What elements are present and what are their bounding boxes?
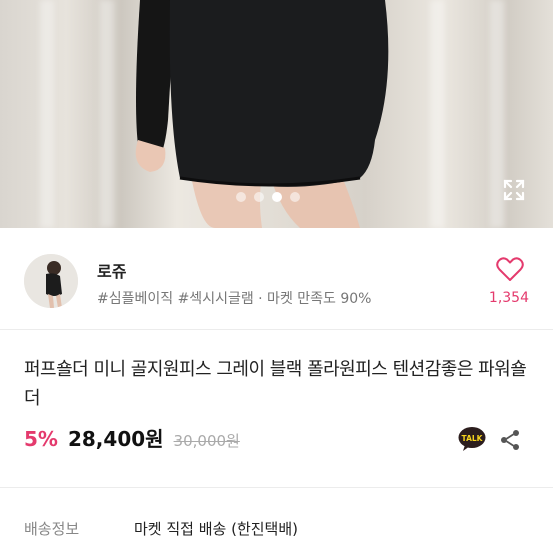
like-count: 1,354 (488, 290, 529, 306)
product-title: 퍼프숄더 미니 골지원피스 그레이 블랙 폴라원피스 텐션감좋은 파워숄더 (24, 359, 527, 409)
carousel-dot[interactable] (290, 192, 300, 202)
avatar[interactable] (24, 254, 78, 308)
shipping-value: 마켓 직접 배송 (한진택배) (134, 520, 299, 538)
carousel-indicators (236, 192, 300, 202)
divider (0, 487, 553, 488)
share-icon[interactable] (498, 428, 522, 452)
original-price: 30,000원 (173, 432, 240, 450)
divider (0, 329, 553, 330)
seller-tags: #심플베이직 #섹시시글램 · 마켓 만족도 90% (97, 291, 372, 307)
product-image-carousel[interactable] (0, 0, 553, 228)
carousel-dot[interactable] (236, 192, 246, 202)
talk-label: TALK (462, 434, 484, 443)
kakao-talk-button[interactable]: TALK (458, 426, 486, 452)
heart-icon[interactable] (496, 256, 524, 282)
shipping-label: 배송정보 (24, 520, 80, 538)
expand-icon[interactable] (502, 178, 526, 202)
price-row: 5% 28,400원 30,000원 (24, 423, 240, 457)
seller-name[interactable]: 로쥬 (97, 258, 126, 282)
seller-info[interactable]: 로쥬 #심플베이직 #섹시시글램 · 마켓 만족도 90% 1,354 (0, 228, 553, 328)
carousel-dot-active[interactable] (272, 192, 282, 202)
carousel-dot[interactable] (254, 192, 264, 202)
discount-rate: 5% (24, 427, 58, 451)
sale-price: 28,400원 (67, 427, 164, 451)
